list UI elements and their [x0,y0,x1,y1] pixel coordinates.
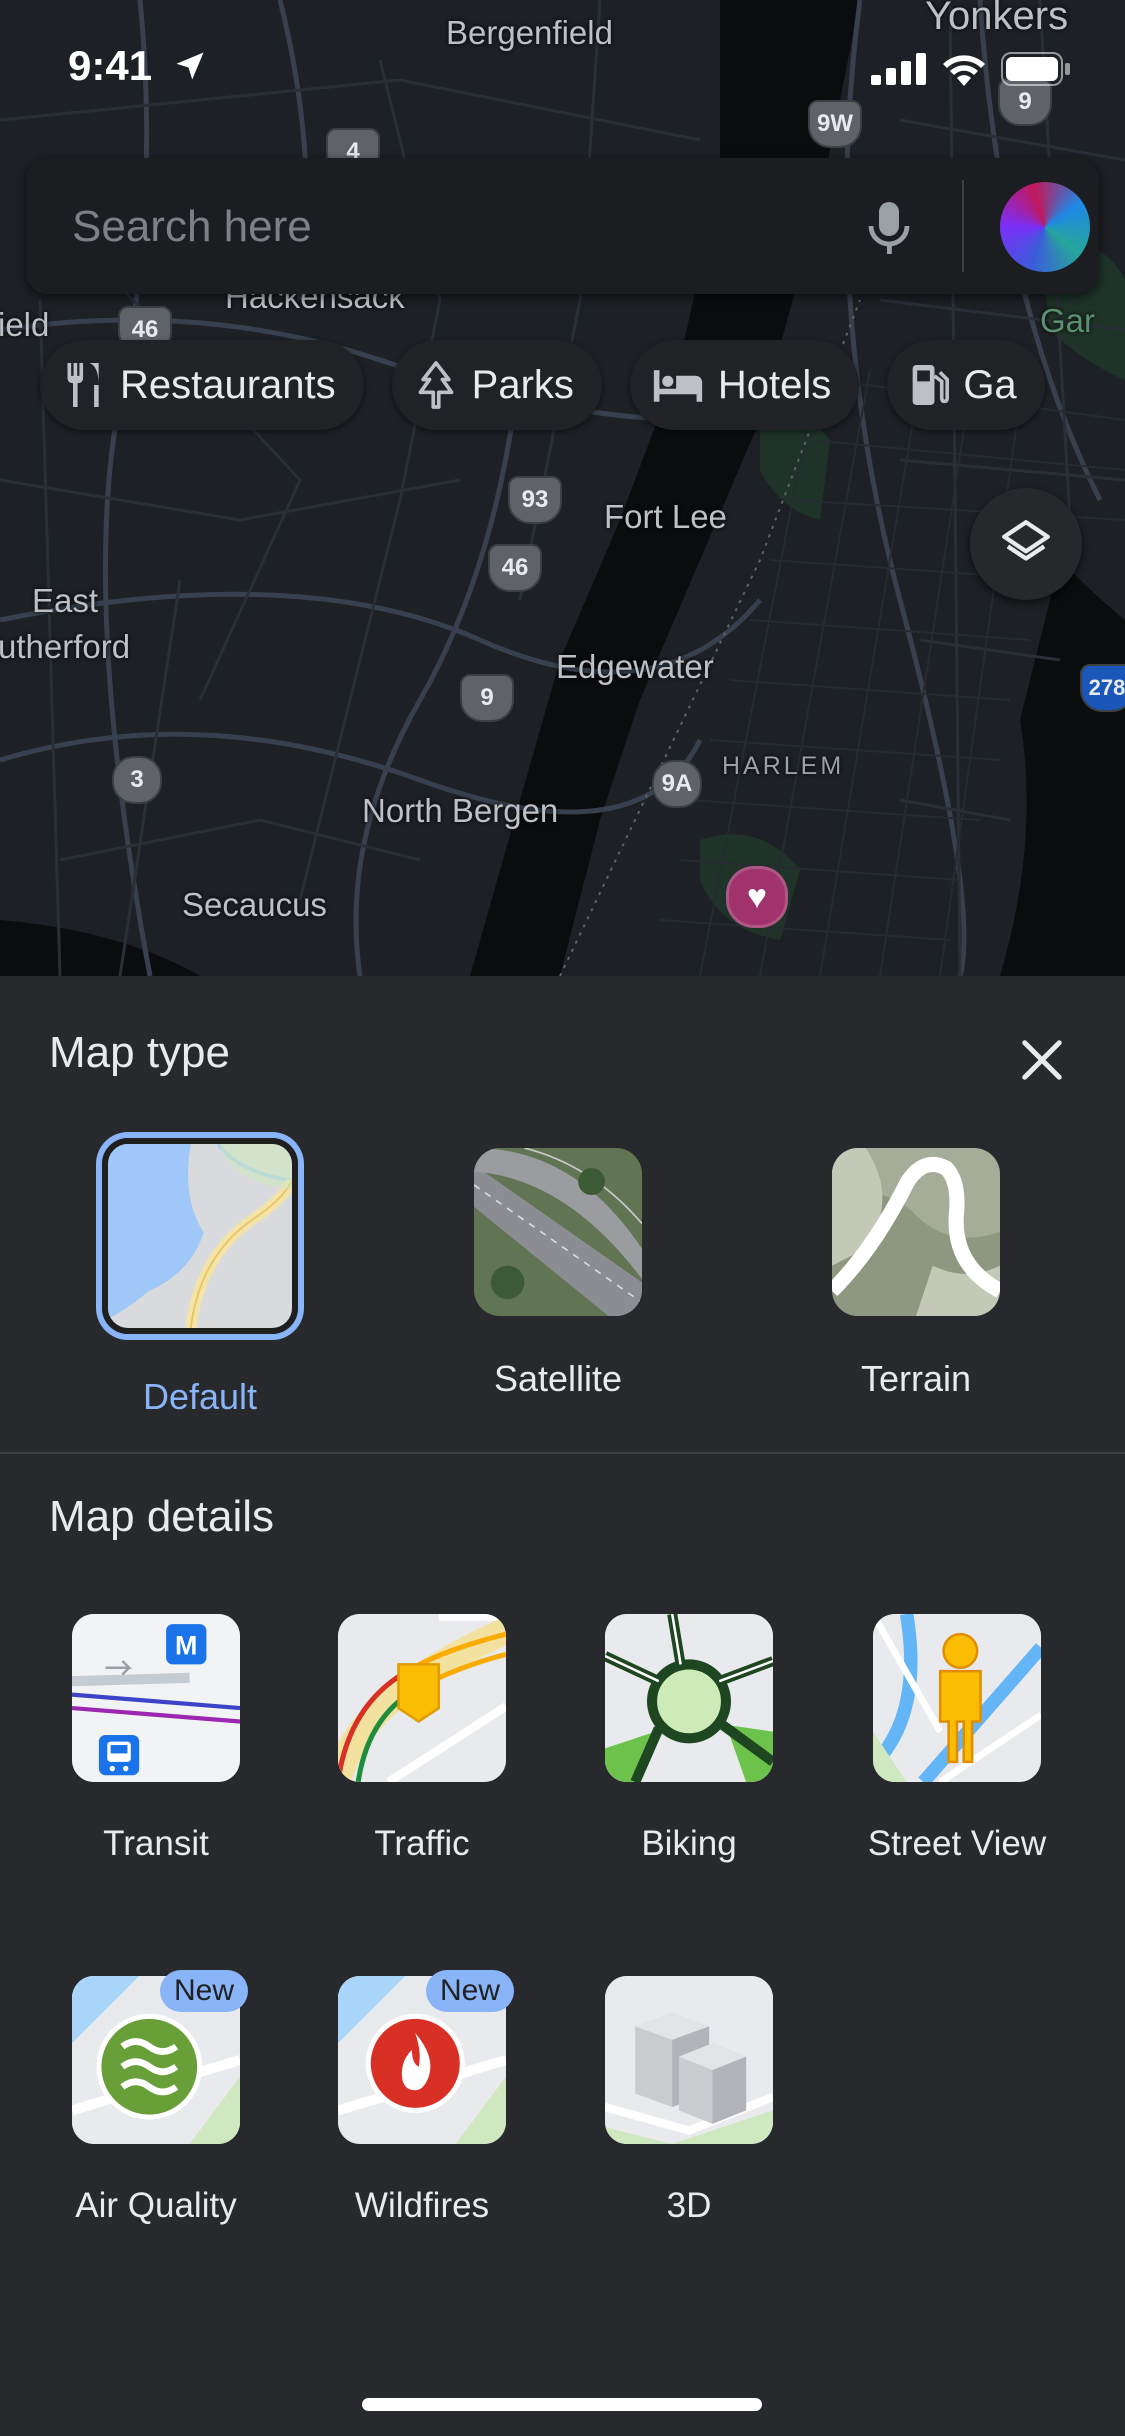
detail-wildfires[interactable]: New Wildfires [297,1970,547,2226]
map-type-default[interactable]: Default [80,1138,320,1418]
chip-label: Ga [963,362,1017,407]
map-label-east: East [32,582,99,619]
bed-icon [653,370,703,402]
fork-knife-icon [67,363,99,407]
detail-air-quality[interactable]: New Air Quality [31,1970,281,2226]
map-type-title: Map type [49,1028,230,1077]
detail-traffic[interactable]: Traffic [297,1614,547,1864]
detail-label: Street View [867,1824,1047,1863]
route-shield-interstate: 278 [1080,664,1125,712]
battery-icon [1001,52,1070,86]
satellite-map-thumbnail [474,1148,642,1316]
map-label-secaucus: Secaucus [182,886,327,923]
home-indicator[interactable] [362,2398,762,2411]
map-type-satellite[interactable]: Satellite [438,1148,678,1400]
layers-button[interactable] [970,488,1082,600]
new-badge: New [159,1970,248,2012]
chip-parks[interactable]: Parks [391,340,602,430]
3d-buildings-icon [605,1976,773,2144]
detail-transit[interactable]: M Transit [31,1614,281,1864]
tree-icon [418,361,454,409]
chip-gas[interactable]: Ga [887,340,1045,430]
cellular-signal-icon [871,53,926,85]
section-divider [0,1452,1125,1454]
map-label-fort-lee: Fort Lee [604,498,727,535]
microphone-icon[interactable] [864,198,914,258]
street-view-pegman-icon [873,1614,1041,1782]
detail-3d[interactable]: 3D [564,1976,814,2226]
avatar[interactable] [1000,182,1090,272]
default-map-thumbnail [102,1138,298,1334]
gas-pump-icon [912,365,950,405]
map-label-north-bergen: North Bergen [362,792,559,829]
chip-restaurants[interactable]: Restaurants [40,340,364,430]
saved-place-heart-icon[interactable]: ♥ [726,866,788,928]
route-shield: 93 [508,476,562,524]
map-details-title: Map details [49,1492,275,1541]
status-bar: 9:41 [0,0,1125,130]
detail-street-view[interactable]: Street View [832,1614,1082,1864]
terrain-map-thumbnail [832,1148,1000,1316]
route-shield: 46 [488,544,542,592]
transit-icon: M [72,1614,240,1782]
wifi-icon [943,55,985,86]
map-type-label: Default [142,1376,258,1417]
detail-label: Wildfires [354,2186,490,2225]
map-label-garden: Gar [1040,302,1096,339]
route-shield: 9 [460,674,514,722]
detail-label: Transit [103,1824,209,1863]
close-button[interactable] [1010,1028,1074,1092]
chip-label: Restaurants [120,362,336,407]
chip-label: Hotels [717,362,832,407]
search-divider [962,180,964,272]
map-type-label: Terrain [860,1358,972,1399]
category-chips: Restaurants Parks Hotels Ga [40,340,1045,430]
detail-label: Air Quality [75,2186,237,2225]
route-shield: 9A [652,760,702,808]
map-label-edgewater: Edgewater [556,648,714,685]
map-type-label: Satellite [493,1358,623,1399]
close-icon [1022,1040,1062,1080]
chip-hotels[interactable]: Hotels [629,340,860,430]
detail-label: Biking [641,1824,737,1863]
route-shield: 3 [112,756,162,804]
layers-icon [1002,520,1050,561]
detail-biking[interactable]: Biking [564,1614,814,1864]
map-label-field: ield [0,306,50,343]
map-streets [0,0,1125,976]
map-layers-sheet: Map type Default Satellite Terrain Map d… [0,976,1125,2436]
new-badge: New [425,1970,514,2012]
traffic-icon [338,1614,506,1782]
map-view[interactable]: Bergenfield Yonkers Hackensack ield Gar … [0,0,1125,976]
map-label-rutherford: utherford [0,628,131,665]
detail-label: Traffic [374,1824,470,1863]
detail-label: 3D [666,2186,712,2225]
svg-text:M: M [175,1630,197,1660]
search-bar[interactable]: Search here [26,158,1099,294]
map-type-terrain[interactable]: Terrain [796,1148,1036,1400]
location-arrow-icon [176,52,204,80]
status-time: 9:41 [68,42,153,89]
chip-label: Parks [471,362,574,407]
map-label-harlem: HARLEM [722,752,845,780]
biking-icon [605,1614,773,1782]
search-input[interactable]: Search here [72,202,312,252]
